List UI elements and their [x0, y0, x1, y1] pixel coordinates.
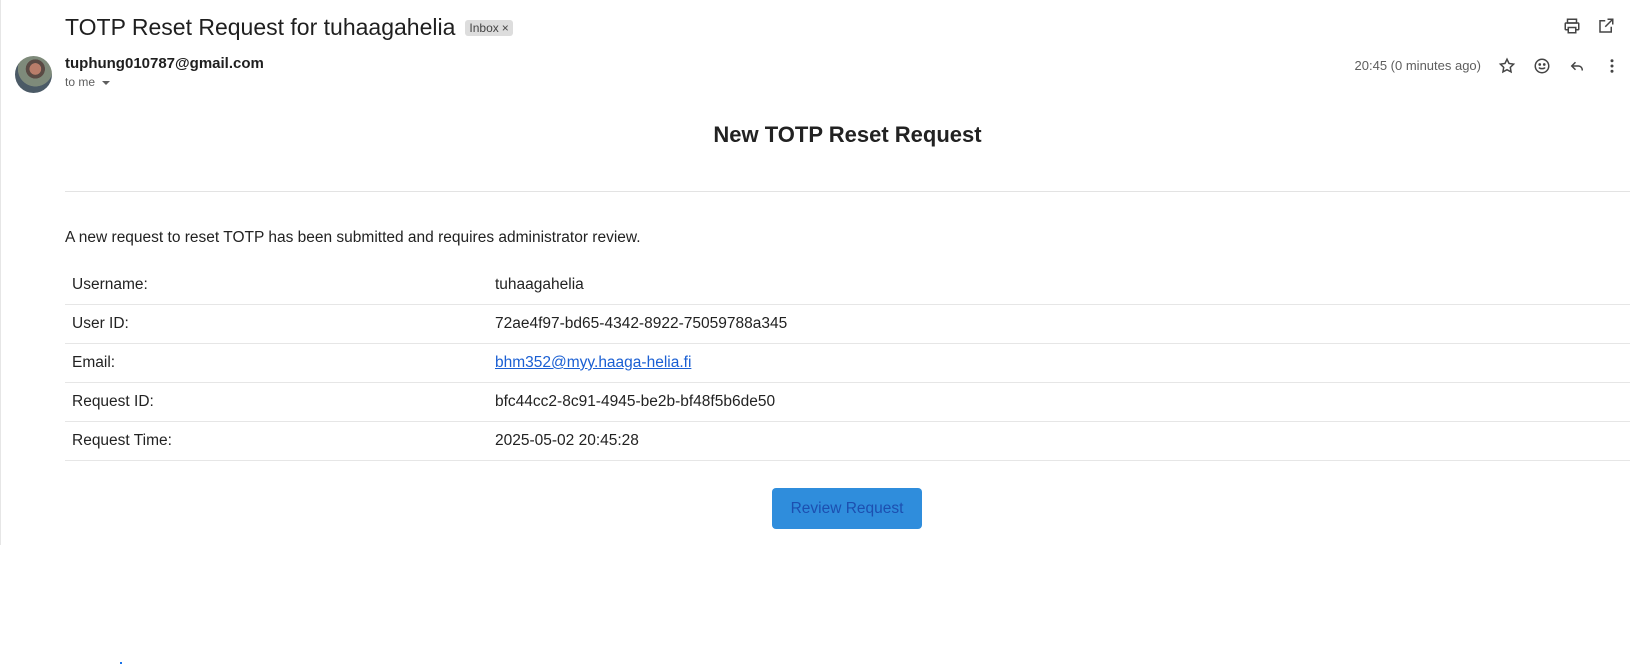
- message-actions: [1497, 56, 1622, 76]
- table-row: Email: bhm352@myy.haaga-helia.fi: [65, 343, 1630, 383]
- row-value: tuhaagahelia: [488, 266, 1630, 305]
- subject-row: TOTP Reset Request for tuhaagahelia Inbo…: [65, 10, 513, 44]
- avatar[interactable]: [15, 56, 52, 93]
- row-value: 72ae4f97-bd65-4342-8922-75059788a345: [488, 304, 1630, 344]
- label-text: Inbox: [469, 21, 499, 35]
- print-icon[interactable]: [1562, 16, 1582, 36]
- thread-toolbar: [1562, 16, 1616, 36]
- sender-email[interactable]: tuphung010787@gmail.com: [65, 55, 264, 72]
- request-details-table: Username: tuhaagahelia User ID: 72ae4f97…: [65, 266, 1630, 461]
- more-options-icon[interactable]: [1602, 56, 1622, 76]
- review-request-button[interactable]: Review Request: [772, 488, 922, 529]
- recipient-details-toggle[interactable]: to me: [65, 75, 111, 89]
- table-row: Username: tuhaagahelia: [65, 266, 1630, 305]
- divider: [65, 191, 1630, 192]
- row-value-cell: bhm352@myy.haaga-helia.fi: [488, 343, 1630, 383]
- emoji-reaction-icon[interactable]: [1532, 56, 1552, 76]
- row-label: Email:: [65, 343, 488, 383]
- row-label: User ID:: [65, 304, 488, 344]
- table-row: Request ID: bfc44cc2-8c91-4945-be2b-bf48…: [65, 382, 1630, 422]
- chevron-down-icon: [102, 80, 111, 85]
- email-body-title: New TOTP Reset Request: [713, 122, 982, 147]
- open-in-new-window-icon[interactable]: [1596, 16, 1616, 36]
- star-icon[interactable]: [1497, 56, 1517, 76]
- email-subject: TOTP Reset Request for tuhaagahelia: [65, 13, 456, 40]
- message-time: 20:45 (0 minutes ago): [1354, 58, 1481, 73]
- reply-icon[interactable]: [1567, 56, 1587, 76]
- row-value: 2025-05-02 20:45:28: [488, 421, 1630, 461]
- row-label: Username:: [65, 266, 488, 305]
- remove-label-icon[interactable]: ×: [502, 21, 509, 35]
- email-intro-text: A new request to reset TOTP has been sub…: [65, 229, 641, 246]
- row-label: Request Time:: [65, 421, 488, 461]
- row-value: bfc44cc2-8c91-4945-be2b-bf48f5b6de50: [488, 382, 1630, 422]
- table-row: User ID: 72ae4f97-bd65-4342-8922-7505978…: [65, 304, 1630, 344]
- table-row: Request Time: 2025-05-02 20:45:28: [65, 421, 1630, 461]
- pane-divider: [0, 0, 1, 545]
- recipient-label: to me: [65, 75, 96, 89]
- row-label: Request ID:: [65, 382, 488, 422]
- email-link[interactable]: bhm352@myy.haaga-helia.fi: [495, 354, 691, 371]
- inbox-label-chip[interactable]: Inbox ×: [465, 20, 513, 36]
